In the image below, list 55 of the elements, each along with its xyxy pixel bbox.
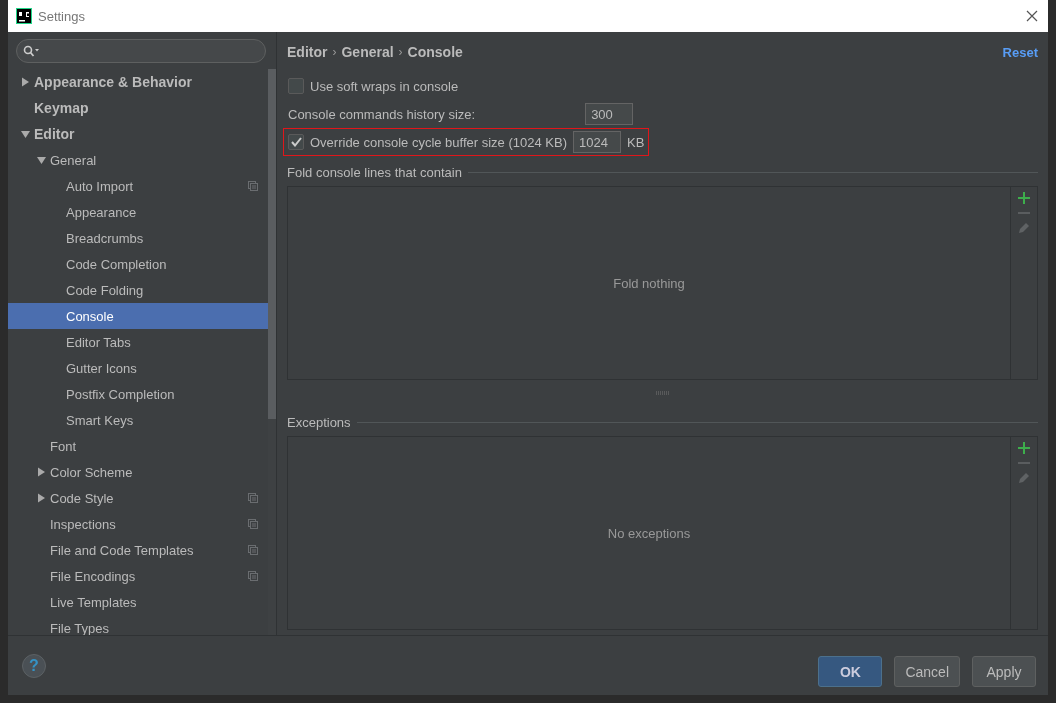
- app-logo-icon: [16, 8, 32, 24]
- copy-icon: [248, 493, 258, 503]
- copy-icon: [248, 571, 258, 581]
- empty-list-text: Fold nothing: [613, 275, 685, 291]
- tree-item[interactable]: Code Completion: [8, 251, 268, 277]
- close-icon[interactable]: [1026, 10, 1038, 22]
- tree-item[interactable]: Code Folding: [8, 277, 268, 303]
- add-icon[interactable]: [1018, 192, 1030, 204]
- tree-item[interactable]: Appearance & Behavior: [8, 69, 268, 95]
- add-icon[interactable]: [1018, 442, 1030, 454]
- empty-list-text: No exceptions: [607, 525, 691, 541]
- tree-item[interactable]: Live Templates: [8, 589, 268, 615]
- copy-icon: [248, 519, 258, 529]
- group-title: Fold console lines that contain: [287, 164, 462, 180]
- tree-item[interactable]: Breadcrumbs: [8, 225, 268, 251]
- tree-item[interactable]: Postfix Completion: [8, 381, 268, 407]
- unit-label: KB: [627, 134, 645, 150]
- tree-item[interactable]: Inspections: [8, 511, 268, 537]
- number-field[interactable]: 1024: [573, 131, 621, 153]
- breadcrumb-item: General: [341, 44, 394, 60]
- tree-item[interactable]: Color Scheme: [8, 459, 268, 485]
- breadcrumb-separator: ›: [332, 45, 337, 59]
- dialog-button[interactable]: OK: [818, 656, 883, 687]
- tree-item[interactable]: Keymap: [8, 95, 268, 121]
- checkbox[interactable]: [288, 134, 304, 150]
- tree-item[interactable]: Editor Tabs: [8, 329, 268, 355]
- dialog-button[interactable]: Apply: [972, 656, 1036, 687]
- tree-item[interactable]: File and Code Templates: [8, 537, 268, 563]
- setting-label: Console commands history size:: [288, 106, 476, 122]
- tree-item[interactable]: Code Style: [8, 485, 268, 511]
- copy-icon: [248, 181, 258, 191]
- tree-item[interactable]: Smart Keys: [8, 407, 268, 433]
- tree-item[interactable]: Gutter Icons: [8, 355, 268, 381]
- reset-link[interactable]: Reset: [1002, 44, 1038, 60]
- dialog-button[interactable]: Cancel: [894, 656, 960, 687]
- search-field[interactable]: [16, 39, 266, 63]
- tree-item[interactable]: Editor: [8, 121, 268, 147]
- copy-icon: [248, 545, 258, 555]
- tree-item[interactable]: Appearance: [8, 199, 268, 225]
- search-icon: [23, 45, 40, 57]
- tree-item[interactable]: Console: [8, 303, 268, 329]
- checkbox[interactable]: [288, 78, 304, 94]
- setting-label: Use soft wraps in console: [310, 78, 459, 94]
- group-title: Exceptions: [287, 414, 351, 430]
- breadcrumb-item: Editor: [287, 44, 328, 60]
- breadcrumb-separator: ›: [398, 45, 403, 59]
- window-title: Settings: [38, 8, 86, 24]
- number-field[interactable]: 300: [585, 103, 634, 125]
- tree-item[interactable]: Font: [8, 433, 268, 459]
- tree-item[interactable]: File Encodings: [8, 563, 268, 589]
- tree-item[interactable]: General: [8, 147, 268, 173]
- breadcrumb-item: Console: [407, 44, 463, 60]
- tree-item[interactable]: Auto Import: [8, 173, 268, 199]
- tree-item[interactable]: File Types: [8, 615, 268, 635]
- setting-label: Override console cycle buffer size (1024 KB): [310, 134, 567, 150]
